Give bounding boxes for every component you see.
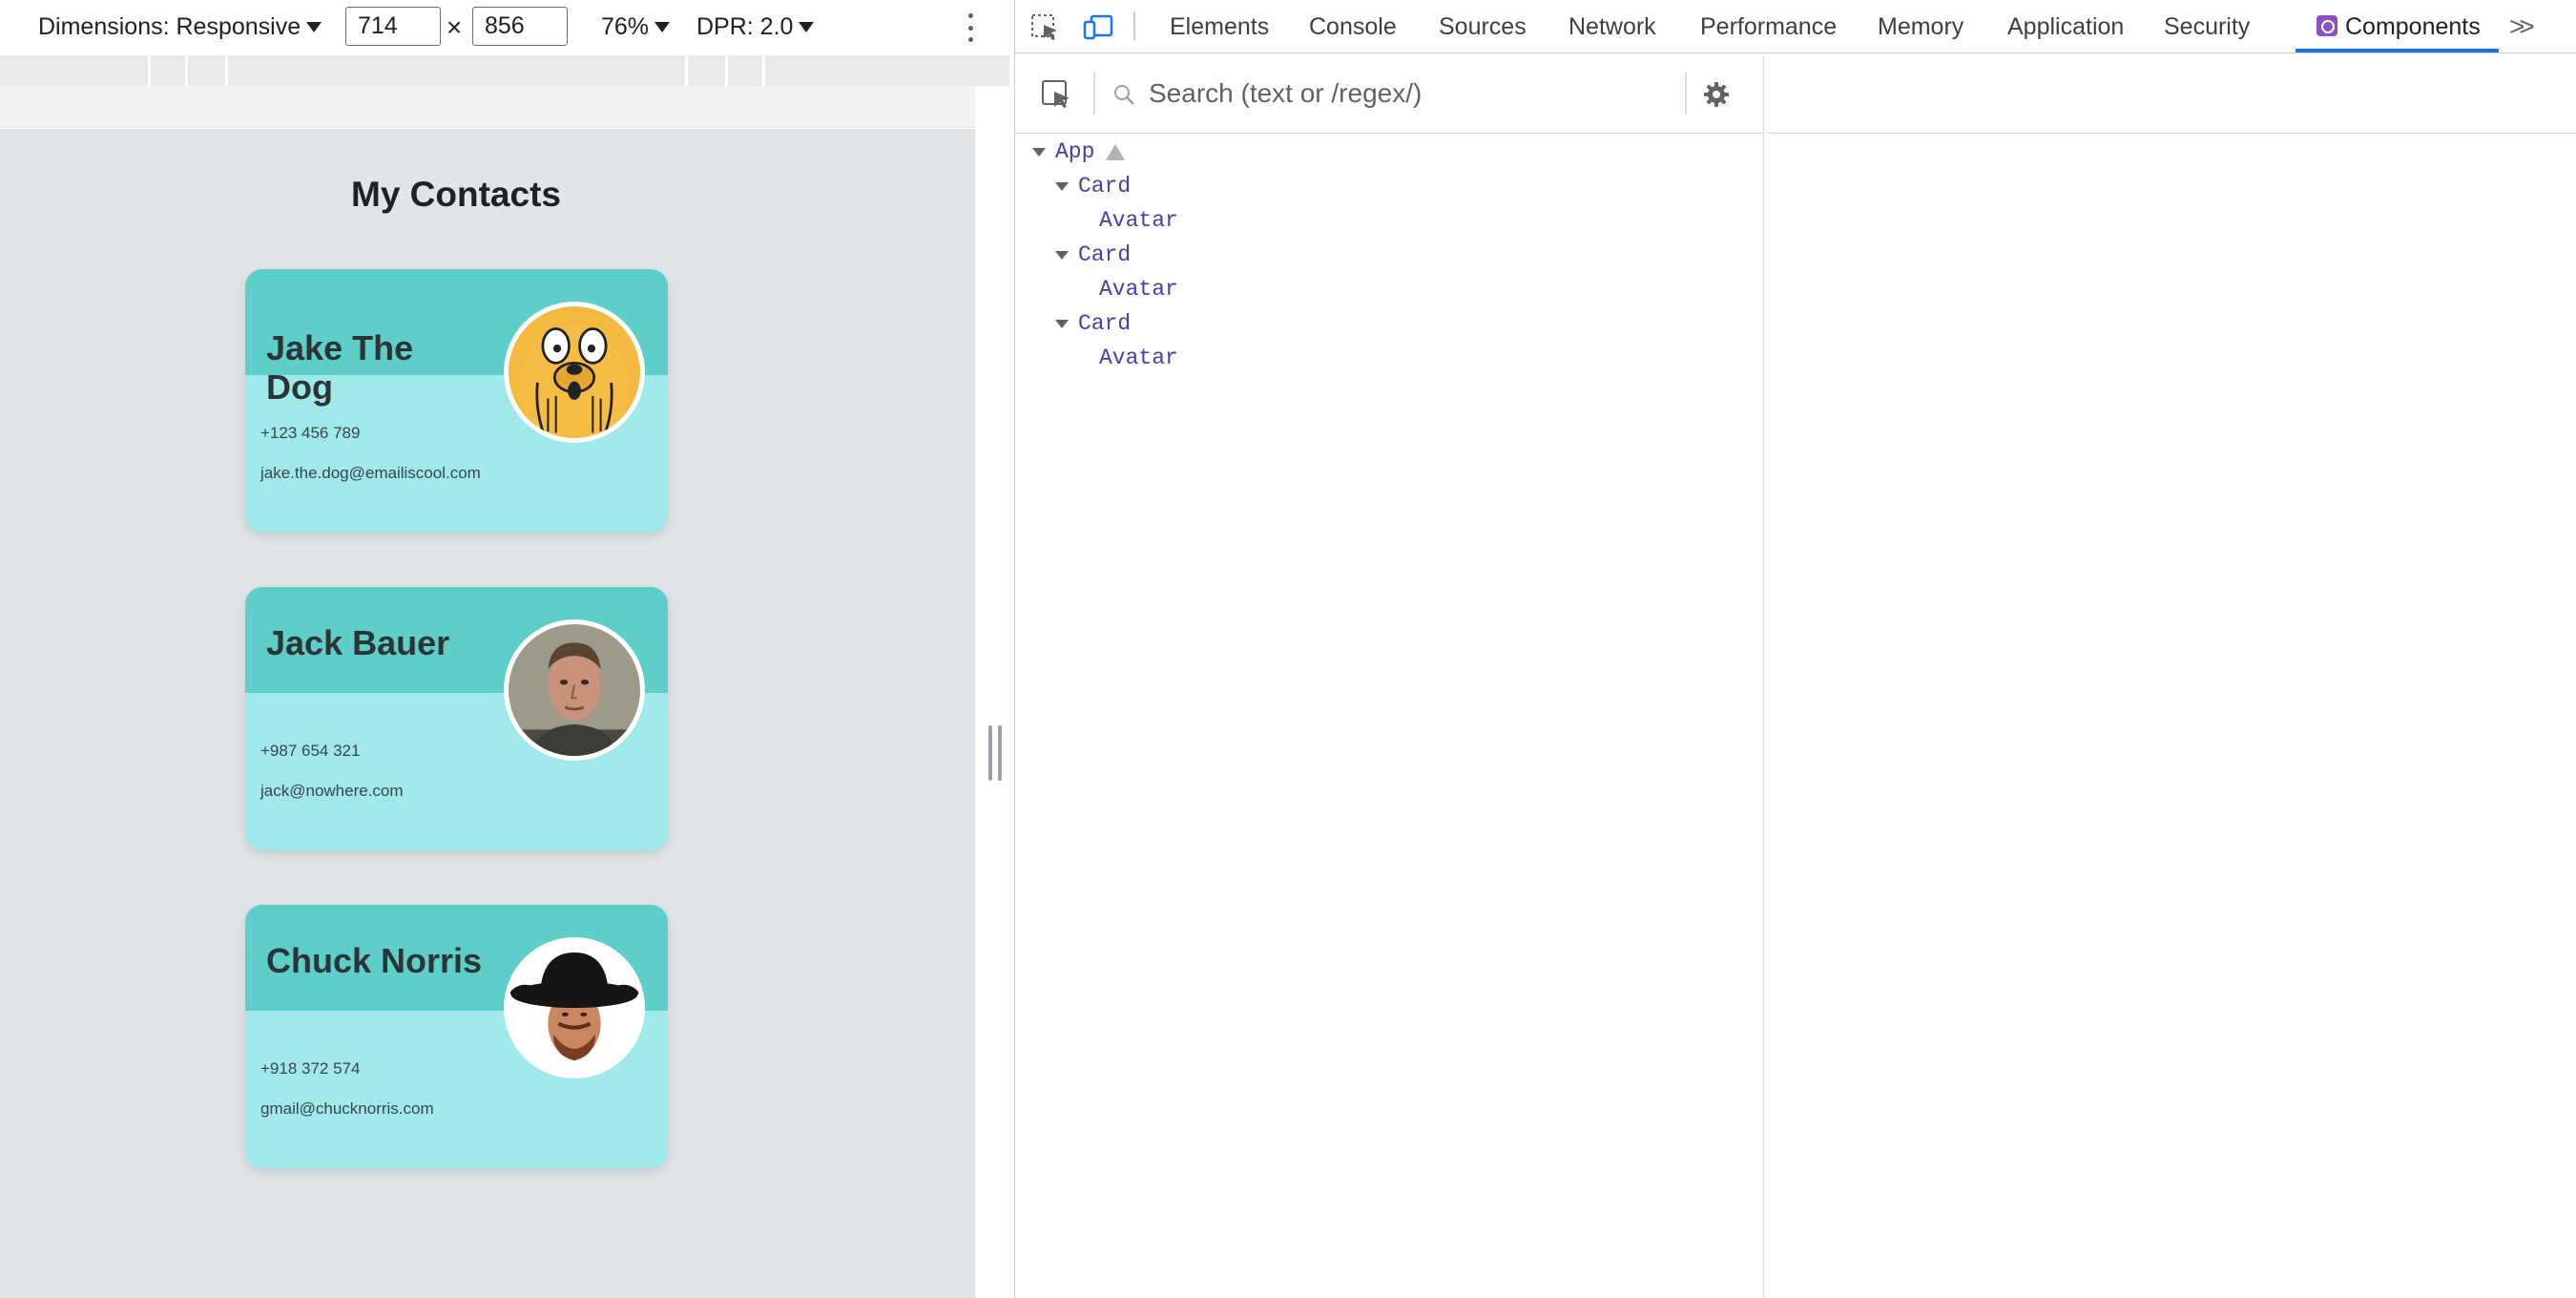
contact-name: Chuck Norris xyxy=(266,941,483,980)
tree-node-label: Avatar xyxy=(1099,277,1178,302)
more-tabs-chevron-icon[interactable]: >> xyxy=(2509,11,2535,42)
page-title: My Contacts xyxy=(351,175,561,214)
contact-name: Jack Bauer xyxy=(266,623,450,662)
dpr-dropdown[interactable]: DPR: 2.0 xyxy=(696,13,815,41)
expand-caret-icon[interactable] xyxy=(1055,319,1069,328)
tree-node-card[interactable]: Card xyxy=(1055,170,1131,202)
avatar xyxy=(504,619,645,761)
devtools-panel: Elements Console Sources Network Perform… xyxy=(1014,0,2576,1298)
device-emulation-pane: Dimensions: Responsive × 76% DPR: 2.0 My… xyxy=(0,0,1014,1298)
search-icon xyxy=(1114,85,1134,105)
expand-caret-icon[interactable] xyxy=(1055,181,1069,191)
tree-node-avatar[interactable]: Avatar xyxy=(1099,342,1178,374)
dimensions-caret-icon xyxy=(306,22,322,32)
tree-node-label: Card xyxy=(1078,242,1132,267)
tree-node-label: Avatar xyxy=(1099,208,1178,233)
expand-caret-icon[interactable] xyxy=(1055,250,1069,260)
contact-card: Jack Bauer +987 654 321 jack@nowhere.com xyxy=(245,587,668,850)
tree-node-app[interactable]: App xyxy=(1032,136,1126,168)
react-icon xyxy=(2316,15,2337,36)
times-separator: × xyxy=(447,12,463,42)
contact-card: Chuck Norris +918 372 574 gmail@chucknor… xyxy=(245,905,668,1168)
search-separator xyxy=(1685,73,1687,115)
tree-node-card[interactable]: Card xyxy=(1055,307,1131,340)
zoom-dropdown[interactable]: 76% xyxy=(601,13,671,41)
search-separator xyxy=(1093,73,1095,115)
tree-node-label: App xyxy=(1055,139,1095,164)
tab-sources[interactable]: Sources xyxy=(1439,13,1527,41)
contact-email: jake.the.dog@emailiscool.com xyxy=(260,464,481,482)
more-options-icon[interactable] xyxy=(964,13,977,42)
devtools-tab-bar: Elements Console Sources Network Perform… xyxy=(1015,0,2576,53)
tab-components-label: Components xyxy=(2345,13,2481,40)
select-component-icon[interactable] xyxy=(1040,78,1072,111)
component-search-input[interactable] xyxy=(1149,73,1721,115)
ruler-marker xyxy=(685,55,688,86)
zoom-caret-icon xyxy=(654,22,671,32)
chuck-norris-avatar xyxy=(509,942,640,1074)
inspect-element-icon[interactable] xyxy=(1028,11,1061,42)
ruler-marker xyxy=(185,55,188,86)
tree-node-avatar[interactable]: Avatar xyxy=(1099,204,1178,237)
contact-phone: +123 456 789 xyxy=(260,424,361,442)
contact-phone: +987 654 321 xyxy=(260,742,361,760)
dimensions-label: Dimensions: Responsive xyxy=(38,13,301,40)
width-input[interactable] xyxy=(345,7,441,46)
dpr-caret-icon xyxy=(799,22,815,32)
contact-phone: +918 372 574 xyxy=(260,1059,361,1078)
toolbar-separator xyxy=(1133,11,1135,40)
media-query-ruler[interactable] xyxy=(0,55,1009,86)
tree-node-avatar[interactable]: Avatar xyxy=(1099,273,1178,305)
dimensions-dropdown[interactable]: Dimensions: Responsive xyxy=(38,13,322,41)
viewport-resize-handle[interactable] xyxy=(988,725,1002,781)
avatar xyxy=(504,937,645,1078)
ruler-marker xyxy=(148,55,151,86)
expand-caret-icon[interactable] xyxy=(1032,147,1046,157)
avatar xyxy=(504,302,645,443)
component-search-bar xyxy=(1015,55,1764,134)
tree-node-label: Avatar xyxy=(1099,345,1178,370)
gear-icon[interactable] xyxy=(1702,80,1731,109)
tab-application[interactable]: Application xyxy=(2007,13,2124,41)
jake-the-dog-avatar xyxy=(509,306,640,438)
tree-node-label: Card xyxy=(1078,311,1132,336)
component-details-panel xyxy=(1766,55,2576,134)
device-toolbar-toggle-icon[interactable] xyxy=(1082,11,1114,42)
warning-icon[interactable] xyxy=(1106,143,1126,160)
zoom-label: 76% xyxy=(601,13,650,40)
jack-bauer-avatar xyxy=(509,624,640,756)
contact-email: jack@nowhere.com xyxy=(260,782,404,800)
contact-email: gmail@chucknorris.com xyxy=(260,1099,434,1118)
tab-performance[interactable]: Performance xyxy=(1700,13,1837,41)
dpr-label: DPR: 2.0 xyxy=(696,13,794,40)
tab-security[interactable]: Security xyxy=(2164,13,2250,41)
component-tree-panel: App Card Avatar Card Avatar Card Avatar xyxy=(1015,55,1764,1298)
height-input[interactable] xyxy=(472,7,568,46)
page-viewport: My Contacts Jake The Dog +123 456 789 ja… xyxy=(0,129,975,1298)
ruler-marker xyxy=(725,55,728,86)
tab-console[interactable]: Console xyxy=(1309,13,1397,41)
contact-name: Jake The Dog xyxy=(266,328,414,407)
tab-components[interactable]: Components xyxy=(2316,13,2481,41)
tree-node-card[interactable]: Card xyxy=(1055,239,1131,271)
tab-memory[interactable]: Memory xyxy=(1878,13,1963,41)
tab-elements[interactable]: Elements xyxy=(1170,13,1269,41)
ruler-marker xyxy=(225,55,228,86)
ruler-marker xyxy=(762,55,765,86)
active-tab-indicator xyxy=(2296,49,2499,52)
device-toolbar: Dimensions: Responsive × 76% DPR: 2.0 xyxy=(0,0,1014,53)
contact-card: Jake The Dog +123 456 789 jake.the.dog@e… xyxy=(245,269,668,533)
tab-network[interactable]: Network xyxy=(1568,13,1656,41)
emulation-band xyxy=(0,86,975,128)
tree-node-label: Card xyxy=(1078,174,1132,199)
